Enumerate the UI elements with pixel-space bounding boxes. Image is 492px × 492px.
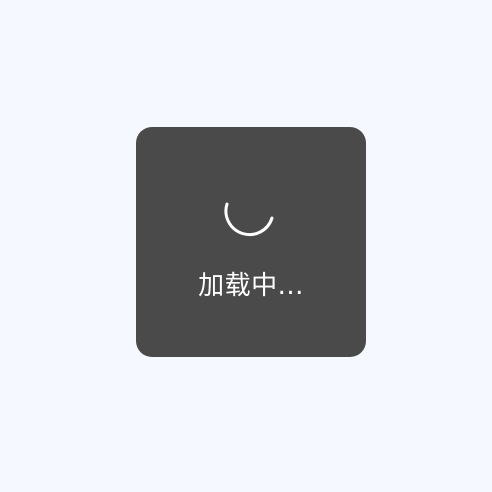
loading-text: 加载中... (198, 271, 304, 301)
spinner-icon (224, 202, 274, 237)
spinner-arc (224, 202, 274, 237)
